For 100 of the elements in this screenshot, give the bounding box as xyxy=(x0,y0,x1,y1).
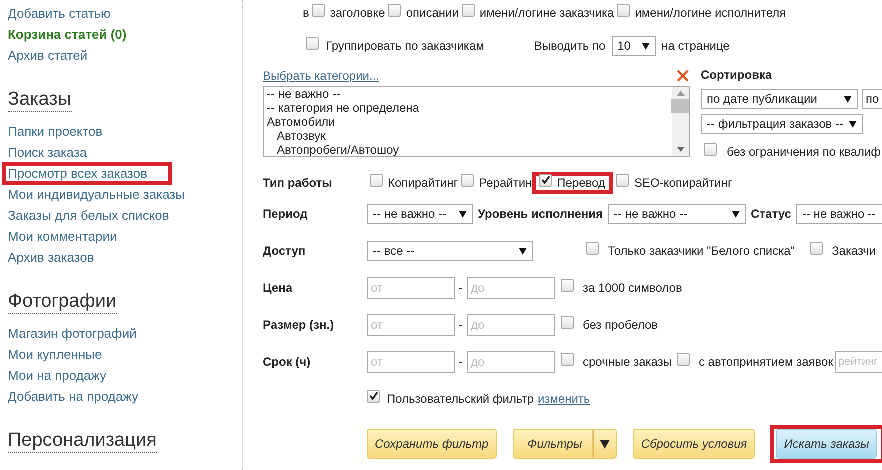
checkbox[interactable] xyxy=(810,242,824,254)
sidebar-link[interactable]: Архив статей xyxy=(8,48,88,63)
field-label: в xyxy=(303,6,310,20)
dropdown-button[interactable] xyxy=(593,429,618,459)
field-label: Период xyxy=(263,207,309,221)
checkbox[interactable] xyxy=(370,174,383,186)
field-label: Срок (ч) xyxy=(263,355,312,369)
caret-icon xyxy=(642,42,650,50)
sidebar-link[interactable]: Мои комментарии xyxy=(8,226,118,247)
option-label: Рерайтин xyxy=(479,176,532,190)
checkbox[interactable] xyxy=(616,174,630,186)
sidebar-link[interactable]: Добавить на продажу xyxy=(8,386,138,407)
checkbox[interactable] xyxy=(586,242,599,254)
field-label: Размер (зн.) xyxy=(263,318,336,332)
sort-dropdown[interactable]: по дате публикации xyxy=(701,89,858,109)
checkbox[interactable] xyxy=(561,352,574,366)
checkbox[interactable] xyxy=(461,174,474,186)
sidebar-link[interactable]: Мои индивидуальные заказы xyxy=(8,184,185,205)
input-field[interactable]: от xyxy=(367,351,455,373)
field-label: Уровень исполнения xyxy=(478,207,604,221)
caret-icon xyxy=(732,210,740,218)
checkbox[interactable] xyxy=(306,36,319,50)
option-label: Перевод xyxy=(557,176,606,190)
option-label: без ограничения по квалиф xyxy=(727,145,882,159)
checkbox[interactable] xyxy=(462,4,475,16)
dropdown[interactable]: -- не важно -- xyxy=(796,204,882,224)
checkbox[interactable] xyxy=(539,174,552,186)
option-label: Пользовательский фильтр xyxy=(387,392,534,406)
input-field[interactable]: от xyxy=(367,314,455,336)
checkbox[interactable] xyxy=(561,316,574,328)
input-field[interactable]: рейтинг xyxy=(835,351,882,373)
dropdown[interactable]: -- не важно -- xyxy=(608,204,746,224)
sidebar-link[interactable]: Папки проектов xyxy=(8,121,103,142)
sidebar-link[interactable]: Магазин фотографий xyxy=(8,323,137,344)
caret-icon xyxy=(849,120,858,128)
checkbox[interactable] xyxy=(312,4,326,16)
option-label: SEO-копирайтинг xyxy=(634,176,732,190)
sidebar-link[interactable]: Мои купленные xyxy=(8,344,102,365)
sidebar-link[interactable]: Просмотр всех заказов xyxy=(8,166,148,181)
sidebar-link[interactable]: Поиск заказа xyxy=(8,142,88,163)
caret-icon xyxy=(600,440,610,448)
input-field[interactable]: от xyxy=(367,277,455,299)
option-label: Только заказчики "Белого списка" xyxy=(608,244,796,258)
section-heading: Персонализация xyxy=(8,430,157,453)
filter-dropdown[interactable]: -- фильтрация заказов -- xyxy=(701,114,863,134)
checkbox[interactable] xyxy=(617,4,630,16)
sidebar-link[interactable]: Добавить статью xyxy=(8,6,111,21)
checkbox[interactable] xyxy=(676,352,690,366)
option-label: описании xyxy=(406,6,459,20)
option-label: Группировать по заказчикам xyxy=(326,39,484,53)
caret-icon xyxy=(519,248,527,254)
input-field[interactable]: до xyxy=(467,351,555,373)
sidebar-link[interactable]: Архив заказов xyxy=(8,247,94,268)
input-field[interactable]: до xyxy=(467,314,555,336)
option-label: Заказчи xyxy=(832,244,876,258)
checkbox[interactable] xyxy=(367,390,380,402)
field-label: Выводить по xyxy=(534,39,606,53)
range-separator: - xyxy=(459,355,463,369)
checkbox[interactable] xyxy=(561,278,574,292)
field-label: на странице xyxy=(662,39,730,53)
option-label: заголовке xyxy=(330,6,386,20)
option-label: имени/логине исполнителя xyxy=(635,6,786,20)
filters-button[interactable]: Фильтры xyxy=(512,429,594,459)
section-heading: Заказы xyxy=(8,89,72,112)
section-heading: Фотографии xyxy=(8,291,117,314)
field-label: Статус xyxy=(751,207,792,221)
list-option[interactable]: -- категория не определена xyxy=(267,101,672,115)
field-label: Тип работы xyxy=(263,176,334,190)
range-separator: - xyxy=(459,281,463,295)
access-dropdown[interactable]: -- все -- xyxy=(367,241,533,261)
caret-icon xyxy=(844,96,852,102)
action-button[interactable]: Сохранить фильтр xyxy=(367,429,497,459)
option-label: срочные заказы xyxy=(583,355,672,369)
sidebar-link[interactable]: Корзина статей (0) xyxy=(8,27,127,42)
sidebar-link[interactable]: Мои на продажу xyxy=(8,365,106,386)
scrollbar[interactable] xyxy=(672,87,689,156)
range-separator: - xyxy=(459,318,463,332)
checkbox[interactable] xyxy=(388,4,402,16)
section-title: Сортировка xyxy=(701,67,774,84)
list-option[interactable]: -- не важно -- xyxy=(267,87,672,101)
list-option[interactable]: Автозвук xyxy=(267,129,672,143)
search-button[interactable]: Искать заказы xyxy=(776,429,878,459)
action-button[interactable]: Сбросить условия xyxy=(633,429,756,459)
option-label: имени/логине заказчика xyxy=(480,6,614,20)
sidebar-link[interactable]: Заказы для белых списков xyxy=(8,205,170,226)
edit-link[interactable]: изменить xyxy=(538,392,590,406)
checkbox[interactable] xyxy=(704,142,717,156)
field-label: Доступ xyxy=(263,244,307,258)
option-label: без пробелов xyxy=(583,318,658,332)
option-label: за 1000 символов xyxy=(583,281,682,295)
close-icon[interactable] xyxy=(677,70,689,82)
sort-dropdown[interactable]: по xyxy=(862,89,882,109)
dropdown[interactable]: -- не важно -- xyxy=(367,204,473,224)
page-size-dropdown[interactable]: 10 xyxy=(612,36,656,56)
categories-link[interactable]: Выбрать категории... xyxy=(263,69,380,83)
caret-icon xyxy=(459,210,467,218)
option-label: Копирайтинг xyxy=(388,176,458,190)
option-label: с автопринятием заявок xyxy=(698,355,834,369)
list-option[interactable]: Автомобили xyxy=(267,115,672,129)
input-field[interactable]: до xyxy=(467,277,555,299)
